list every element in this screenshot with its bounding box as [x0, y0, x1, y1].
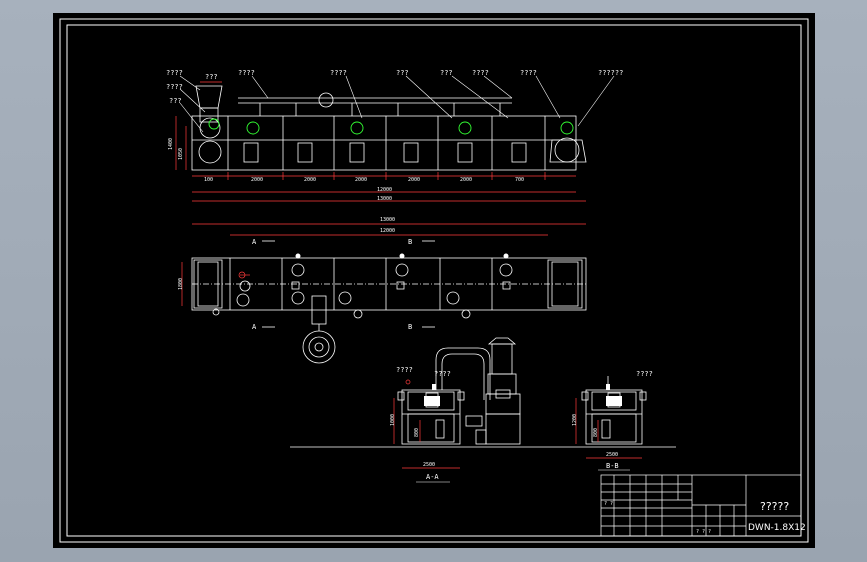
drawing-canvas: ???? ???? ??? ??? ???? ???? ??? ??? ????… [59, 18, 809, 543]
section-bb [581, 376, 647, 445]
dim-seg-2: 2000 [251, 177, 263, 183]
label-duct: ??? [396, 69, 409, 77]
label-outlet: ?????? [598, 69, 623, 77]
title-model-code: DWN-1.8X12 [748, 523, 806, 533]
plan-section-b-top: B [408, 238, 412, 246]
bb-dim-mid: 800 [593, 428, 599, 437]
label-feed-hopper: ???? [166, 69, 183, 77]
dim-seg-7: 700 [515, 177, 524, 183]
label-inlet: ??? [169, 97, 182, 105]
plan-dim-total-inner: 12000 [380, 228, 395, 234]
aa-label-left: ???? [396, 366, 413, 374]
dim-seg-4: 2000 [355, 177, 367, 183]
dim-seg-5: 2000 [408, 177, 420, 183]
bb-label: ???? [636, 370, 653, 378]
elevation-view [179, 75, 615, 171]
cad-viewport: ???? ???? ??? ??? ???? ???? ??? ??? ????… [0, 0, 867, 562]
title-sheet-hint: ? ? ? [696, 529, 711, 535]
aa-dim-mid: 800 [414, 428, 420, 437]
plan-section-a-bottom: A [252, 323, 257, 331]
label-fan-c: ???? [472, 69, 489, 77]
plan-view [191, 240, 587, 364]
aa-dim-width: 2500 [423, 462, 435, 468]
dim-height-a: 1400 [168, 138, 174, 150]
label-hopper-width: ??? [205, 73, 218, 81]
aa-dim-height: 1000 [390, 414, 396, 426]
dim-seg-3: 2000 [304, 177, 316, 183]
bb-caption: B-B [606, 462, 619, 470]
label-hopper: ???? [166, 83, 183, 91]
section-bb-fittings [606, 384, 622, 406]
plan-section-a-top: A [252, 238, 257, 246]
label-fan-b: ??? [440, 69, 453, 77]
label-fan-d: ???? [520, 69, 537, 77]
plan-dim-width: 1800 [178, 278, 184, 290]
label-frame: ???? [238, 69, 255, 77]
aa-label-right: ???? [434, 370, 451, 378]
dim-height-b: 1050 [178, 148, 184, 160]
dim-seg-6: 2000 [460, 177, 472, 183]
dim-seg-1: 100 [204, 177, 213, 183]
label-fan-a: ???? [330, 69, 347, 77]
title-scale-hint: ? ? [604, 501, 613, 507]
bb-dim-width: 2500 [606, 452, 618, 458]
dim-total-outer: 13000 [377, 196, 392, 202]
title-drawing-name: ????? [760, 500, 789, 513]
plan-section-b-bottom: B [408, 323, 412, 331]
aa-caption: A-A [426, 473, 439, 481]
fan-markers [208, 118, 574, 135]
elevation-dimensions [175, 81, 586, 202]
plan-dim-total-outer: 13000 [380, 217, 395, 223]
bb-dim-height: 1200 [572, 414, 578, 426]
dim-total-inner: 12000 [377, 187, 392, 193]
drawing-sheet: ???? ???? ??? ??? ???? ???? ??? ??? ????… [53, 13, 815, 548]
